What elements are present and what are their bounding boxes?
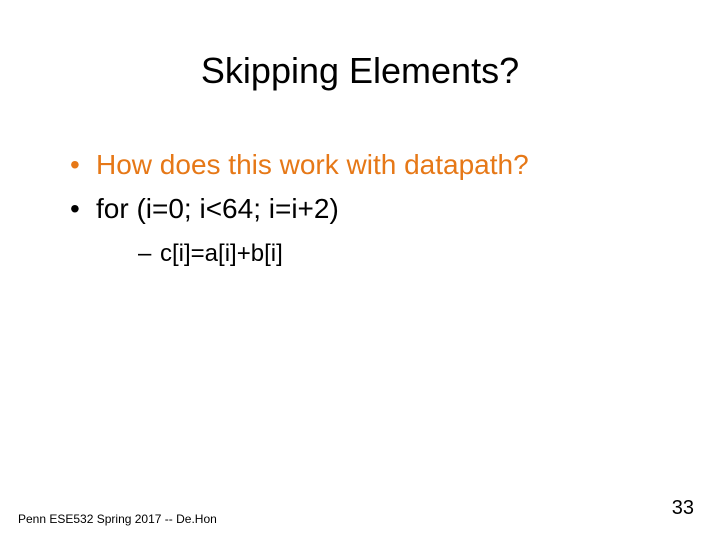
slide-title: Skipping Elements? <box>50 50 670 92</box>
page-number: 33 <box>672 497 694 520</box>
sub-bullet-item: c[i]=a[i]+b[i] <box>138 238 670 269</box>
sub-bullet-text: c[i]=a[i]+b[i] <box>160 240 283 267</box>
bullet-item: for (i=0; i<64; i=i+2) c[i]=a[i]+b[i] <box>70 190 670 269</box>
bullet-item: How does this work with datapath? <box>70 146 670 184</box>
bullet-text: How does this work with datapath? <box>96 149 529 180</box>
bullet-text: for (i=0; i<64; i=i+2) <box>96 193 339 224</box>
bullet-list: How does this work with datapath? for (i… <box>50 146 670 269</box>
footer-text: Penn ESE532 Spring 2017 -- De.Hon <box>18 512 217 526</box>
sub-bullet-list: c[i]=a[i]+b[i] <box>96 238 670 269</box>
slide: Skipping Elements? How does this work wi… <box>0 0 720 540</box>
